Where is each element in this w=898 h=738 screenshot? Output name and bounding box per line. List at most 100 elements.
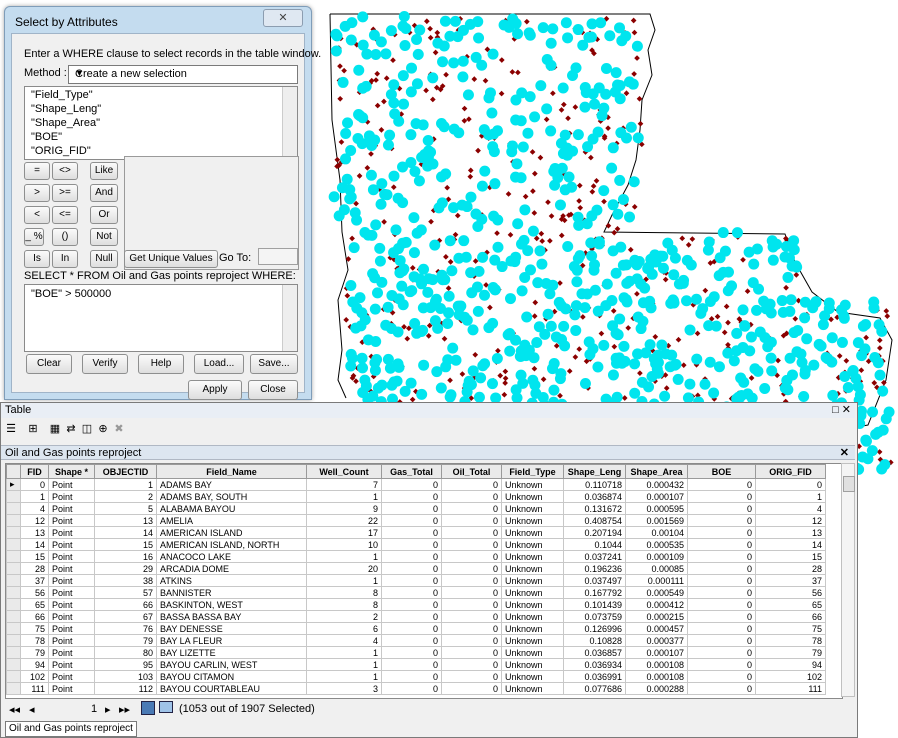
row-selector[interactable] — [6, 598, 21, 611]
table-row[interactable]: 94 Point 95 BAYOU CARLIN, WEST 1 0 0 Unknown 0.0… — [6, 658, 826, 671]
scroll-thumb[interactable] — [843, 476, 855, 492]
table-cell[interactable]: Unknown — [501, 538, 564, 551]
table-cell[interactable]: 66 — [755, 610, 826, 623]
table-cell[interactable]: 14 — [20, 538, 49, 551]
table-cell[interactable]: Unknown — [501, 658, 564, 671]
table-cell[interactable]: BANNISTER — [156, 586, 307, 599]
table-cell[interactable]: 0.073759 — [563, 610, 626, 623]
row-selector[interactable] — [6, 682, 21, 695]
table-cell[interactable]: 2 — [94, 490, 157, 503]
table-cell[interactable]: 15 — [20, 550, 49, 563]
table-cell[interactable]: 1 — [306, 658, 382, 671]
table-cell[interactable]: 1 — [306, 646, 382, 659]
table-cell[interactable]: 0 — [441, 490, 502, 503]
in-button[interactable]: In — [52, 250, 78, 268]
table-cell[interactable]: 0.196236 — [563, 562, 626, 575]
table-cell[interactable]: Point — [48, 634, 95, 647]
table-cell[interactable]: 0 — [441, 526, 502, 539]
table-cell[interactable]: 14 — [755, 538, 826, 551]
table-cell[interactable]: 0.101439 — [563, 598, 626, 611]
equals-button[interactable]: = — [24, 162, 50, 180]
column-header[interactable]: BOE — [687, 464, 756, 479]
table-cell[interactable]: 0 — [381, 646, 442, 659]
table-cell[interactable]: 0.000549 — [625, 586, 688, 599]
row-selector[interactable] — [6, 670, 21, 683]
column-header[interactable]: Oil_Total — [441, 464, 502, 479]
table-cell[interactable]: 0 — [20, 478, 49, 491]
table-cell[interactable]: 0.036991 — [563, 670, 626, 683]
get-unique-values-button[interactable]: Get Unique Values — [124, 250, 218, 268]
column-header[interactable]: Well_Count — [306, 464, 382, 479]
field-item[interactable]: "Shape_Area" — [31, 117, 100, 129]
row-selector[interactable] — [6, 490, 21, 503]
table-cell[interactable]: 0 — [381, 634, 442, 647]
underscore-percent-button[interactable]: _ % — [24, 228, 44, 246]
table-cell[interactable]: 0 — [687, 658, 756, 671]
table-cell[interactable]: 0 — [441, 574, 502, 587]
table-cell[interactable]: 75 — [20, 622, 49, 635]
table-cell[interactable]: Point — [48, 502, 95, 515]
table-cell[interactable]: Point — [48, 682, 95, 695]
field-list[interactable]: "Field_Type" "Shape_Leng" "Shape_Area" "… — [24, 86, 298, 160]
table-cell[interactable]: 0 — [381, 538, 442, 551]
table-cell[interactable]: Unknown — [501, 670, 564, 683]
table-cell[interactable]: Point — [48, 538, 95, 551]
table-cell[interactable]: 0 — [441, 610, 502, 623]
table-cell[interactable]: 0 — [441, 682, 502, 695]
row-selector[interactable] — [6, 502, 21, 515]
column-header[interactable]: Gas_Total — [381, 464, 442, 479]
show-selected-records-icon[interactable] — [159, 701, 173, 713]
clear-button[interactable]: Clear — [26, 354, 72, 374]
table-cell[interactable]: 7 — [306, 478, 382, 491]
help-button[interactable]: Help — [138, 354, 184, 374]
table-cell[interactable]: 1 — [306, 670, 382, 683]
table-cell[interactable]: Unknown — [501, 682, 564, 695]
table-cell[interactable]: 12 — [755, 514, 826, 527]
table-cell[interactable]: Unknown — [501, 598, 564, 611]
table-cell[interactable]: 0 — [687, 562, 756, 575]
column-header[interactable]: ORIG_FID — [755, 464, 826, 479]
table-options-icon[interactable]: ☰ — [5, 423, 17, 435]
table-cell[interactable]: 111 — [20, 682, 49, 695]
table-row[interactable]: 66 Point 67 BASSA BASSA BAY 2 0 0 Unknown 0.0737… — [6, 610, 826, 623]
table-cell[interactable]: 5 — [94, 502, 157, 515]
table-cell[interactable]: 1 — [755, 490, 826, 503]
table-cell[interactable]: Unknown — [501, 586, 564, 599]
table-cell[interactable]: ADAMS BAY, SOUTH — [156, 490, 307, 503]
table-cell[interactable]: 94 — [20, 658, 49, 671]
field-list-scrollbar[interactable] — [282, 87, 297, 159]
table-cell[interactable]: 0 — [441, 514, 502, 527]
clear-selection-icon[interactable]: ◫ — [81, 423, 93, 435]
table-cell[interactable]: 0 — [687, 682, 756, 695]
apply-button[interactable]: Apply — [188, 380, 242, 400]
current-record[interactable]: 1 — [91, 703, 97, 715]
table-cell[interactable]: 0 — [441, 670, 502, 683]
table-cell[interactable]: 0 — [687, 646, 756, 659]
table-cell[interactable]: AMELIA — [156, 514, 307, 527]
table-cell[interactable]: Point — [48, 562, 95, 575]
table-cell[interactable]: 0 — [687, 502, 756, 515]
table-row[interactable]: 102 Point 103 BAYOU CITAMON 1 0 0 Unknown 0.0369… — [6, 670, 826, 683]
table-cell[interactable]: 10 — [306, 538, 382, 551]
table-cell[interactable]: 0.000111 — [625, 574, 688, 587]
first-record-icon[interactable]: ◂◂ — [9, 703, 20, 716]
table-cell[interactable]: 0 — [441, 502, 502, 515]
table-cell[interactable]: 95 — [94, 658, 157, 671]
row-selector[interactable] — [6, 574, 21, 587]
table-cell[interactable]: 0 — [441, 478, 502, 491]
table-row[interactable]: 56 Point 57 BANNISTER 8 0 0 Unknown 0.167792 0.00… — [6, 586, 826, 599]
table-cell[interactable]: 0.037497 — [563, 574, 626, 587]
row-selector[interactable] — [6, 622, 21, 635]
parentheses-button[interactable]: () — [52, 228, 78, 246]
table-cell[interactable]: 0 — [687, 574, 756, 587]
table-cell[interactable]: 0 — [381, 598, 442, 611]
table-cell[interactable]: Point — [48, 646, 95, 659]
table-cell[interactable]: 0 — [381, 550, 442, 563]
not-equal-button[interactable]: <> — [52, 162, 78, 180]
window-controls[interactable]: □ ✕ — [832, 403, 851, 418]
column-header[interactable]: Field_Type — [501, 464, 564, 479]
table-cell[interactable]: 0 — [381, 658, 442, 671]
table-cell[interactable]: 65 — [20, 598, 49, 611]
table-cell[interactable]: 0 — [687, 622, 756, 635]
table-cell[interactable]: 6 — [306, 622, 382, 635]
